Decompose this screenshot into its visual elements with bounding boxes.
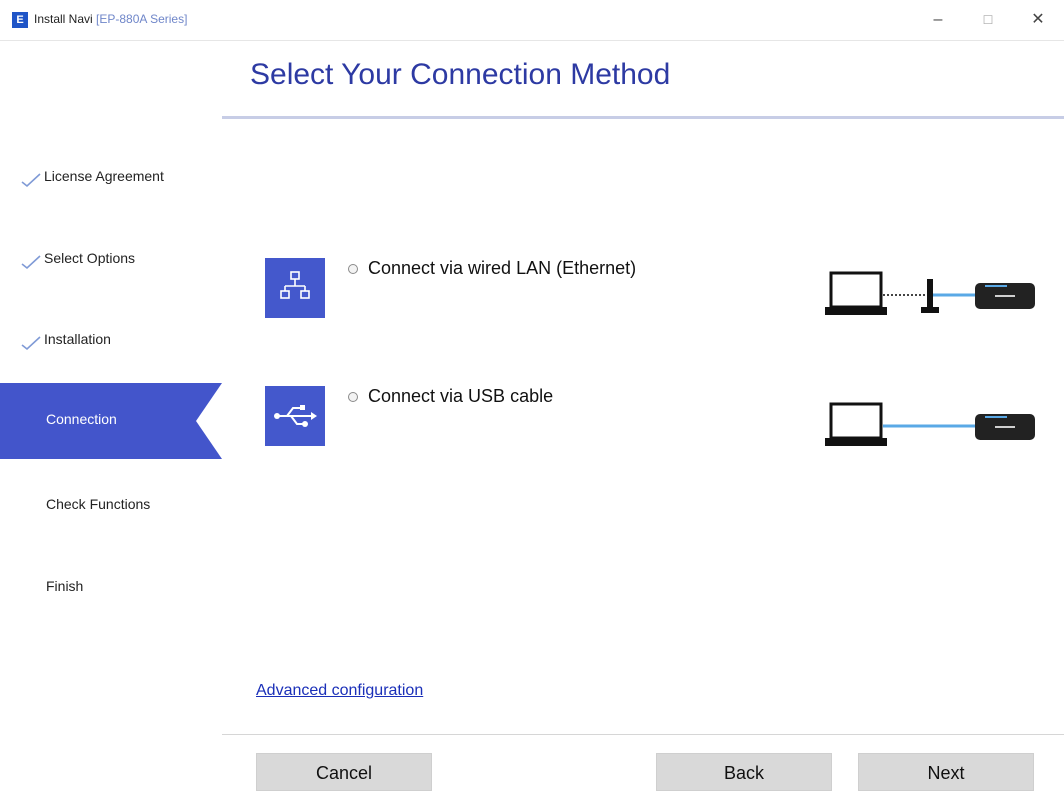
app-icon: E bbox=[12, 12, 28, 28]
wired-lan-label[interactable]: Connect via wired LAN (Ethernet) bbox=[368, 258, 636, 279]
lan-connection-diagram-icon bbox=[825, 271, 1035, 315]
back-button[interactable]: Back bbox=[656, 753, 832, 791]
step-label: License Agreement bbox=[44, 168, 164, 184]
step-select-options: Select Options bbox=[0, 232, 222, 308]
title-divider bbox=[222, 116, 1064, 119]
step-installation: Installation bbox=[0, 313, 222, 389]
step-label: Installation bbox=[44, 331, 111, 347]
step-license-agreement: License Agreement bbox=[0, 150, 222, 226]
step-label: Finish bbox=[46, 578, 84, 594]
next-button[interactable]: Next bbox=[858, 753, 1034, 791]
steps-sidebar: License Agreement Select Options Install… bbox=[0, 41, 222, 802]
window-title: Install Navi [EP-880A Series] bbox=[34, 12, 187, 26]
maximize-button[interactable]: ☐ bbox=[968, 6, 1008, 34]
option-usb-cable[interactable]: Connect via USB cable bbox=[265, 386, 1045, 450]
advanced-configuration-link[interactable]: Advanced configuration bbox=[256, 682, 423, 700]
close-button[interactable]: ✕ bbox=[1018, 6, 1058, 34]
window-title-model: [EP-880A Series] bbox=[96, 12, 188, 26]
step-label: Connection bbox=[46, 411, 117, 427]
footer-divider bbox=[222, 734, 1064, 735]
check-icon bbox=[21, 336, 41, 351]
option-wired-lan[interactable]: Connect via wired LAN (Ethernet) bbox=[265, 258, 1045, 322]
check-icon bbox=[21, 255, 41, 270]
minimize-button[interactable]: – bbox=[918, 6, 958, 34]
usb-cable-radio[interactable] bbox=[348, 392, 358, 402]
step-check-functions: Check Functions bbox=[0, 478, 222, 554]
wired-lan-radio[interactable] bbox=[348, 264, 358, 274]
step-label: Check Functions bbox=[46, 496, 151, 512]
network-icon bbox=[265, 258, 325, 318]
usb-cable-label[interactable]: Connect via USB cable bbox=[368, 386, 553, 407]
step-connection: Connection bbox=[0, 383, 222, 459]
usb-icon bbox=[265, 386, 325, 446]
window-titlebar: E Install Navi [EP-880A Series] – ☐ ✕ bbox=[0, 0, 1064, 41]
check-icon bbox=[21, 173, 41, 188]
step-finish: Finish bbox=[0, 560, 222, 636]
usb-connection-diagram-icon bbox=[825, 402, 1035, 446]
step-label: Select Options bbox=[44, 250, 136, 266]
active-step-notch bbox=[196, 383, 222, 459]
cancel-button[interactable]: Cancel bbox=[256, 753, 432, 791]
page-title: Select Your Connection Method bbox=[250, 58, 671, 91]
window-title-text: Install Navi bbox=[34, 12, 93, 26]
